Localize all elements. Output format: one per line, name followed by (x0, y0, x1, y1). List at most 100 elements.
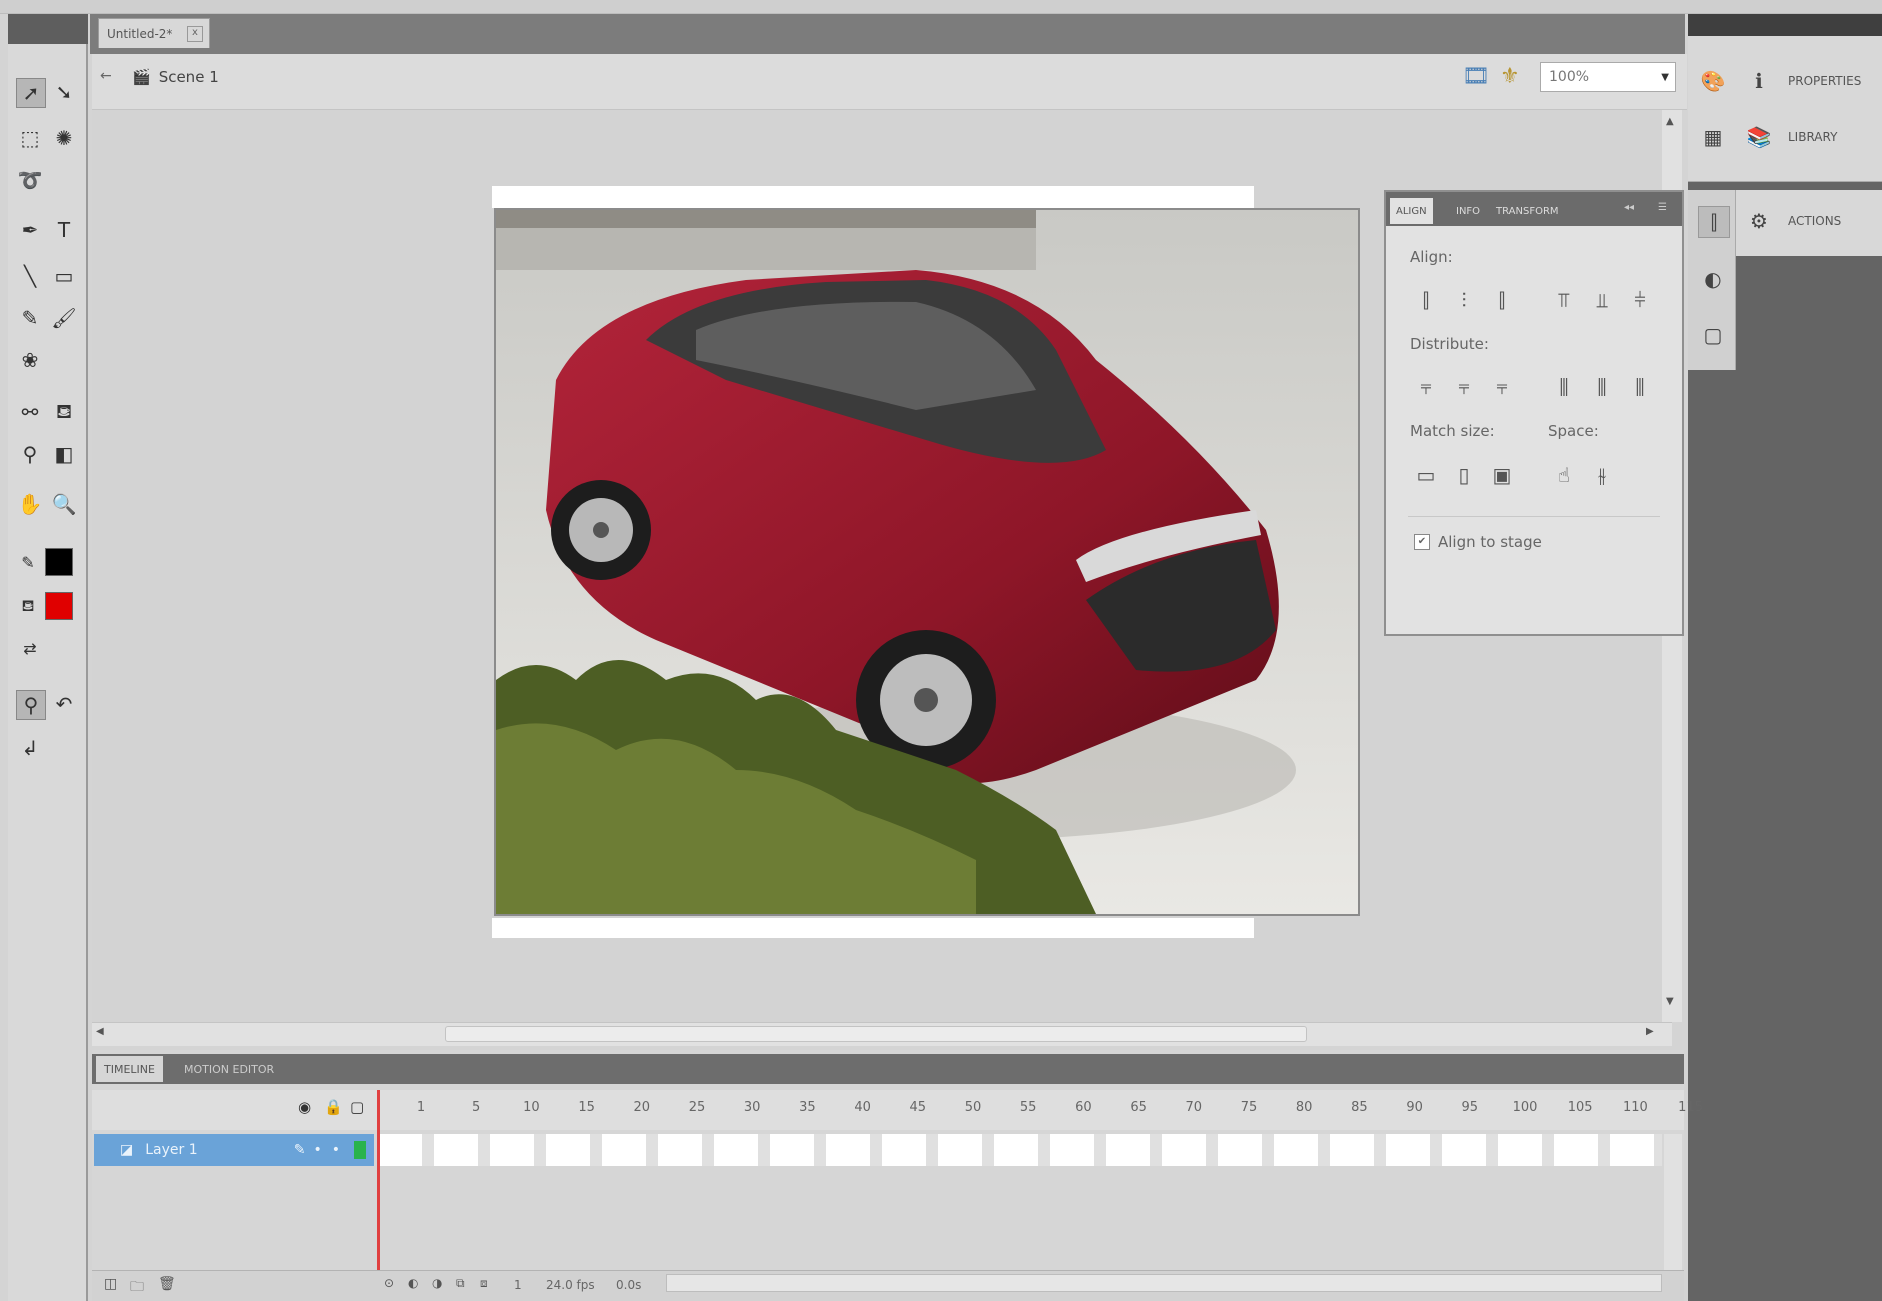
align-to-stage-checkbox[interactable]: ✔ Align to stage (1414, 533, 1542, 551)
space-evenly-vertically-icon[interactable]: ☝ (1550, 460, 1578, 490)
library-panel-button[interactable]: 📚 LIBRARY (1744, 122, 1838, 152)
tab-motion-editor[interactable]: MOTION EDITOR (176, 1056, 282, 1082)
chevron-down-icon: ▼ (1661, 71, 1669, 83)
tab-transform[interactable]: TRANSFORM (1490, 198, 1565, 224)
scroll-up-icon[interactable]: ▲ (1666, 116, 1674, 127)
distribute-horizontal-center-icon[interactable]: ⫼ (1588, 372, 1616, 402)
outline-color-icon[interactable] (354, 1141, 366, 1159)
frame-number: 20 (633, 1100, 651, 1115)
swatches-panel-icon[interactable]: ▦ (1698, 122, 1728, 152)
distribute-bottom-icon[interactable]: ⫧ (1488, 372, 1516, 402)
onion-markers-icon[interactable]: ⧈ (480, 1276, 488, 1291)
snap-to-objects-icon[interactable]: ⚲ (16, 690, 46, 720)
eraser-tool-icon[interactable]: ◧ (50, 440, 78, 468)
line-tool-icon[interactable]: ╲ (16, 262, 44, 290)
frame-number: 95 (1461, 1100, 1479, 1115)
eyedropper-tool-icon[interactable]: ⚲ (16, 440, 44, 468)
pencil-tool-icon[interactable]: ✎ (16, 304, 44, 332)
brush-tool-icon[interactable]: 🖌 (50, 304, 78, 332)
align-bottom-edge-icon[interactable]: ⫩ (1626, 285, 1654, 315)
new-layer-icon[interactable]: ◫ (104, 1276, 117, 1292)
tools-panel-header[interactable] (8, 14, 88, 44)
horizontal-scroll-thumb[interactable] (445, 1026, 1307, 1042)
timeline-horizontal-scrollbar[interactable] (666, 1274, 1662, 1292)
delete-layer-icon[interactable]: 🗑 (158, 1276, 176, 1292)
free-transform-tool-icon[interactable]: ⬚ (16, 124, 44, 152)
close-icon[interactable]: x (187, 25, 203, 42)
zoom-tool-icon[interactable]: 🔍 (50, 490, 78, 518)
transform-panel-icon[interactable]: ▢ (1698, 320, 1728, 350)
pen-tool-icon[interactable]: ✒ (16, 216, 44, 244)
lock-icon[interactable]: 🔒 (324, 1098, 343, 1116)
subselection-tool-icon[interactable]: ➘ (50, 78, 78, 106)
color-panel-icon[interactable]: 🎨 (1698, 66, 1728, 96)
distribute-vertical-center-icon[interactable]: ⫧ (1450, 372, 1478, 402)
new-folder-icon[interactable]: 🗀 (130, 1276, 144, 1300)
right-dock-header[interactable] (1688, 14, 1882, 36)
scene-breadcrumb[interactable]: 🎬 Scene 1 (132, 62, 219, 92)
text-tool-icon[interactable]: T (50, 216, 78, 244)
match-width-icon[interactable]: ▭ (1412, 460, 1440, 490)
distribute-top-icon[interactable]: ⫧ (1412, 372, 1440, 402)
outline-icon[interactable]: ▢ (350, 1098, 364, 1116)
align-horizontal-center-icon[interactable]: ⫶ (1450, 285, 1478, 315)
scroll-down-icon[interactable]: ▼ (1666, 996, 1674, 1007)
library-icon: 📚 (1746, 125, 1772, 149)
align-top-edge-icon[interactable]: ⫪ (1550, 285, 1578, 315)
distribute-right-icon[interactable]: ⫼ (1626, 372, 1654, 402)
eye-icon[interactable]: ◉ (298, 1098, 311, 1116)
3d-rotation-tool-icon[interactable]: ✺ (50, 124, 78, 152)
match-width-and-height-icon[interactable]: ▣ (1488, 460, 1516, 490)
frame-cells[interactable] (378, 1134, 1662, 1166)
motion-presets-icon[interactable]: ◐ (1698, 264, 1728, 294)
actions-panel-button[interactable]: ⚙ ACTIONS (1744, 206, 1841, 236)
align-left-edge-icon[interactable]: ⫿ (1412, 285, 1440, 315)
edit-scene-icon[interactable]: 🎞 (1462, 64, 1490, 89)
swap-colors-icon[interactable]: ⇄ (16, 634, 44, 662)
onion-outlines-icon[interactable]: ◑ (432, 1276, 442, 1290)
panel-collapse-icon[interactable]: ◂◂ (1624, 202, 1634, 213)
back-arrow-icon[interactable]: ← (100, 68, 112, 84)
tab-align[interactable]: ALIGN (1390, 198, 1433, 224)
tab-info[interactable]: INFO (1450, 198, 1486, 224)
scroll-left-icon[interactable]: ◀ (96, 1026, 104, 1037)
scene-icon: 🎬 (132, 68, 151, 86)
distribute-left-icon[interactable]: ⫼ (1550, 372, 1578, 402)
lasso-tool-icon[interactable]: ➰ (16, 166, 44, 194)
stroke-color-swatch[interactable] (45, 548, 73, 576)
bone-tool-icon[interactable]: ⚯ (16, 398, 44, 426)
properties-panel-button[interactable]: ℹ PROPERTIES (1744, 66, 1861, 96)
edit-multiple-frames-icon[interactable]: ⧉ (456, 1276, 465, 1291)
pencil-icon: ✎ (293, 1142, 306, 1158)
space-evenly-horizontally-icon[interactable]: ⫳ (1588, 460, 1616, 490)
document-tab[interactable]: Untitled-2* x (98, 18, 210, 48)
center-frame-icon[interactable]: ⊙ (384, 1276, 394, 1290)
match-height-icon[interactable]: ▯ (1450, 460, 1478, 490)
car-image[interactable] (494, 208, 1360, 916)
straighten-icon[interactable]: ↲ (16, 734, 44, 762)
edit-symbols-icon[interactable]: ⚜ (1500, 64, 1520, 89)
align-panel-icon[interactable]: ⫿ (1698, 206, 1730, 238)
visibility-dot-icon[interactable]: • (313, 1142, 321, 1158)
tab-timeline[interactable]: TIMELINE (96, 1056, 163, 1082)
align-vertical-center-icon[interactable]: ⫫ (1588, 285, 1616, 315)
onion-skin-icon[interactable]: ◐ (408, 1276, 418, 1290)
smooth-icon[interactable]: ↶ (50, 690, 78, 718)
lock-dot-icon[interactable]: • (332, 1142, 340, 1158)
deco-tool-icon[interactable]: ❀ (16, 346, 44, 374)
paint-bucket-tool-icon[interactable]: ⛾ (50, 398, 78, 426)
panel-menu-icon[interactable]: ☰ (1658, 202, 1667, 213)
scroll-right-icon[interactable]: ▶ (1646, 1026, 1654, 1037)
document-tab-bar (90, 14, 1685, 54)
selection-tool-icon[interactable]: ➚ (16, 78, 46, 108)
frame-rate[interactable]: 24.0 fps (546, 1278, 595, 1292)
fill-color-swatch[interactable] (45, 592, 73, 620)
zoom-select[interactable]: 100% ▼ (1540, 62, 1676, 92)
timeline-vertical-scrollbar[interactable] (1664, 1134, 1682, 1270)
hand-tool-icon[interactable]: ✋ (16, 490, 44, 518)
match-size-label: Match size: (1410, 422, 1495, 440)
layer-row[interactable]: ◪ Layer 1 ✎ • • (94, 1134, 374, 1166)
align-right-edge-icon[interactable]: ⫿ (1488, 285, 1516, 315)
rectangle-tool-icon[interactable]: ▭ (50, 262, 78, 290)
align-label: Align: (1410, 248, 1453, 266)
